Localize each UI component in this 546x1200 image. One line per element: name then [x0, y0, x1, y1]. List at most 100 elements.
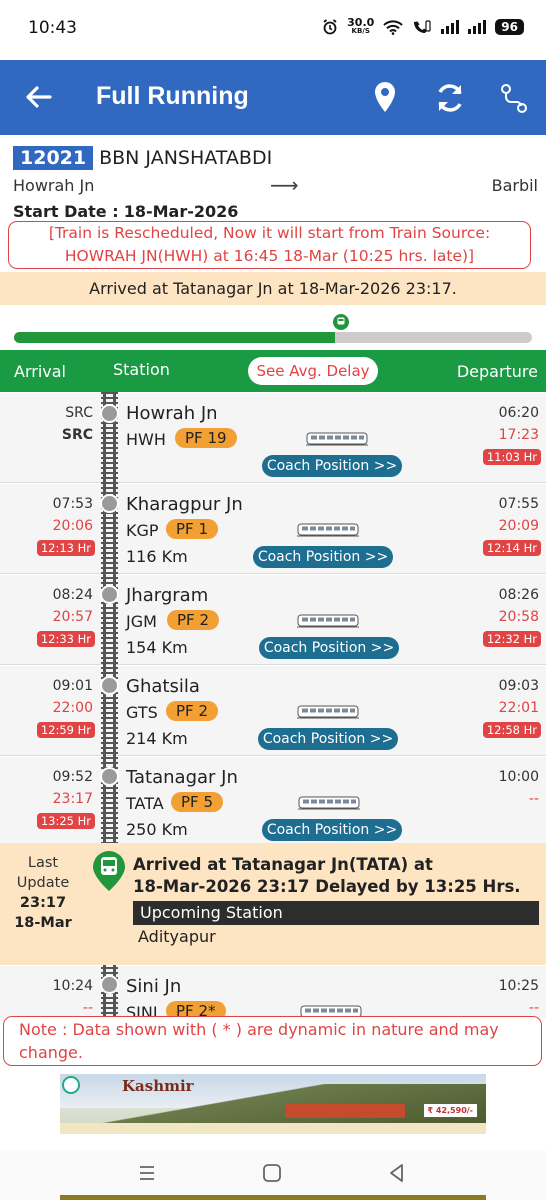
back-arrow-icon[interactable]	[22, 80, 56, 114]
reschedule-notice: [Train is Rescheduled, Now it will start…	[8, 221, 531, 269]
volte-call-icon	[414, 20, 431, 33]
header-station: Station	[113, 360, 170, 379]
header-departure: Departure	[456, 362, 538, 381]
departure-delay-badge: 11:03 Hr	[482, 449, 541, 465]
current-status-message: Arrived at Tatanagar Jn(TATA) at 18-Mar-…	[133, 855, 521, 896]
back-triangle-icon[interactable]	[386, 1162, 408, 1184]
train-route: Howrah Jn ⟶ Barbil	[13, 173, 538, 202]
app-bar: Full Running	[0, 60, 546, 135]
net-speed: 30.0 KB/S	[347, 16, 375, 35]
ad-train-image	[285, 1104, 405, 1118]
signal-bars-icon	[441, 20, 460, 34]
header-arrival: Arrival	[14, 362, 66, 381]
station-code: HWH	[126, 430, 166, 449]
arrival-delay-badge: 12:59 Hr	[36, 722, 95, 738]
alarm-icon	[323, 19, 337, 35]
station-distance: 116 Km	[126, 547, 188, 566]
scheduled-arrival: 07:53	[52, 496, 93, 512]
see-avg-delay-button[interactable]: See Avg. Delay	[248, 357, 378, 385]
station-row[interactable]: SRC SRC Howrah Jn HWH PF 19 06:20 17:23 11:03 H…	[0, 393, 546, 483]
home-square-icon[interactable]	[261, 1162, 283, 1184]
station-name: Sini Jn	[126, 976, 182, 997]
departure-delay-badge: 12:14 Hr	[482, 540, 541, 556]
scheduled-arrival: 09:01	[52, 678, 93, 694]
arrival-delay-badge: 13:25 Hr	[36, 813, 95, 829]
ad-bottom-strip	[60, 1195, 486, 1200]
page-title: Full Running	[96, 82, 249, 110]
station-code: GTS	[126, 703, 158, 722]
station-row[interactable]: 08:24 20:57 12:33 Hr Jhargram JGM PF 2 154 Km 0…	[0, 575, 546, 665]
system-nav-bar	[0, 1150, 546, 1200]
signal-bars-2-icon	[468, 20, 487, 34]
dynamic-data-note: Note : Data shown with ( * ) are dynamic…	[3, 1016, 542, 1066]
actual-arrival: 22:00	[52, 700, 93, 716]
train-header: 12021 BBN JANSHATABDI Howrah Jn ⟶ Barbil …	[13, 146, 538, 221]
last-update: Last Update 23:17 18-Mar	[14, 855, 72, 931]
station-name: Ghatsila	[126, 676, 200, 697]
station-name: Tatanagar Jn	[126, 767, 238, 788]
platform-badge: PF 2	[167, 610, 219, 630]
scheduled-departure: 07:55	[498, 496, 539, 512]
recents-menu-icon[interactable]	[136, 1162, 158, 1184]
train-name: BBN JANSHATABDI	[99, 147, 273, 169]
station-name: Jhargram	[126, 585, 209, 606]
coach-train-icon	[297, 613, 359, 628]
station-code: TATA	[126, 794, 164, 813]
battery-indicator: 96	[495, 19, 524, 35]
location-pin-icon[interactable]	[368, 80, 402, 116]
actual-arrival: --	[82, 1000, 93, 1016]
refresh-icon[interactable]	[433, 80, 467, 116]
station-distance: 154 Km	[126, 638, 188, 657]
station-code: KGP	[126, 521, 159, 540]
scheduled-arrival: SRC	[65, 405, 93, 421]
status-bar: 10:43 30.0 KB/S 96	[0, 0, 546, 60]
actual-departure: --	[528, 1000, 539, 1016]
station-table-header: Arrival Station See Avg. Delay Departure	[0, 350, 546, 392]
route-to: Barbil	[491, 176, 538, 195]
coach-position-button[interactable]: Coach Position >>	[253, 546, 393, 568]
station-dot	[100, 494, 119, 513]
actual-departure: --	[528, 791, 539, 807]
upcoming-station-name: Adityapur	[138, 927, 216, 946]
actual-departure: 20:58	[498, 609, 539, 625]
advertisement-banner[interactable]: Kashmir ₹ 42,590/-	[60, 1074, 486, 1144]
station-distance: 214 Km	[126, 729, 188, 748]
ad-contact-band	[60, 1134, 486, 1144]
platform-badge: PF 2	[166, 701, 218, 721]
station-dot	[100, 767, 119, 786]
route-icon[interactable]	[497, 80, 531, 116]
journey-progress-bar	[14, 314, 532, 343]
scheduled-arrival: 08:24	[52, 587, 93, 603]
coach-position-button[interactable]: Coach Position >>	[259, 637, 399, 659]
station-dot	[100, 975, 119, 994]
station-dot	[100, 585, 119, 604]
station-row[interactable]: 09:01 22:00 12:59 Hr Ghatsila GTS PF 2 214 Km 0…	[0, 666, 546, 756]
coach-position-button[interactable]: Coach Position >>	[262, 819, 402, 841]
ad-info-band	[60, 1123, 486, 1134]
station-name: Howrah Jn	[126, 403, 218, 424]
departure-delay-badge: 12:58 Hr	[482, 722, 541, 738]
arrival-delay-badge: 12:13 Hr	[36, 540, 95, 556]
station-name: Kharagpur Jn	[126, 494, 243, 515]
station-dot	[100, 404, 119, 423]
station-row[interactable]: 10:24 -- Sini Jn SINI PF 2* 10:25 --	[0, 966, 546, 1018]
actual-departure: 17:23	[498, 427, 539, 443]
coach-position-button[interactable]: Coach Position >>	[262, 455, 402, 477]
station-row[interactable]: 09:52 23:17 13:25 Hr Tatanagar Jn TATA PF 5 25…	[0, 757, 546, 847]
route-arrow-icon: ⟶	[270, 173, 299, 197]
train-position-pin-icon	[333, 314, 350, 330]
scheduled-departure: 06:20	[498, 405, 539, 421]
coach-position-button[interactable]: Coach Position >>	[258, 728, 398, 750]
departure-delay-badge: 12:32 Hr	[482, 631, 541, 647]
arrived-banner: Arrived at Tatanagar Jn at 18-Mar-2026 2…	[0, 272, 546, 305]
scheduled-arrival: 10:24	[52, 978, 93, 994]
route-from: Howrah Jn	[13, 176, 95, 195]
scheduled-departure: 10:25	[498, 978, 539, 994]
coach-train-icon	[306, 431, 368, 446]
status-icons: 30.0 KB/S 96	[322, 16, 524, 36]
status-time: 10:43	[28, 18, 77, 38]
scheduled-departure: 10:00	[498, 769, 539, 785]
ad-brand: Kashmir	[122, 1077, 194, 1095]
ad-logo-icon	[62, 1076, 80, 1094]
station-row[interactable]: 07:53 20:06 12:13 Hr Kharagpur Jn KGP PF 1 116…	[0, 484, 546, 574]
